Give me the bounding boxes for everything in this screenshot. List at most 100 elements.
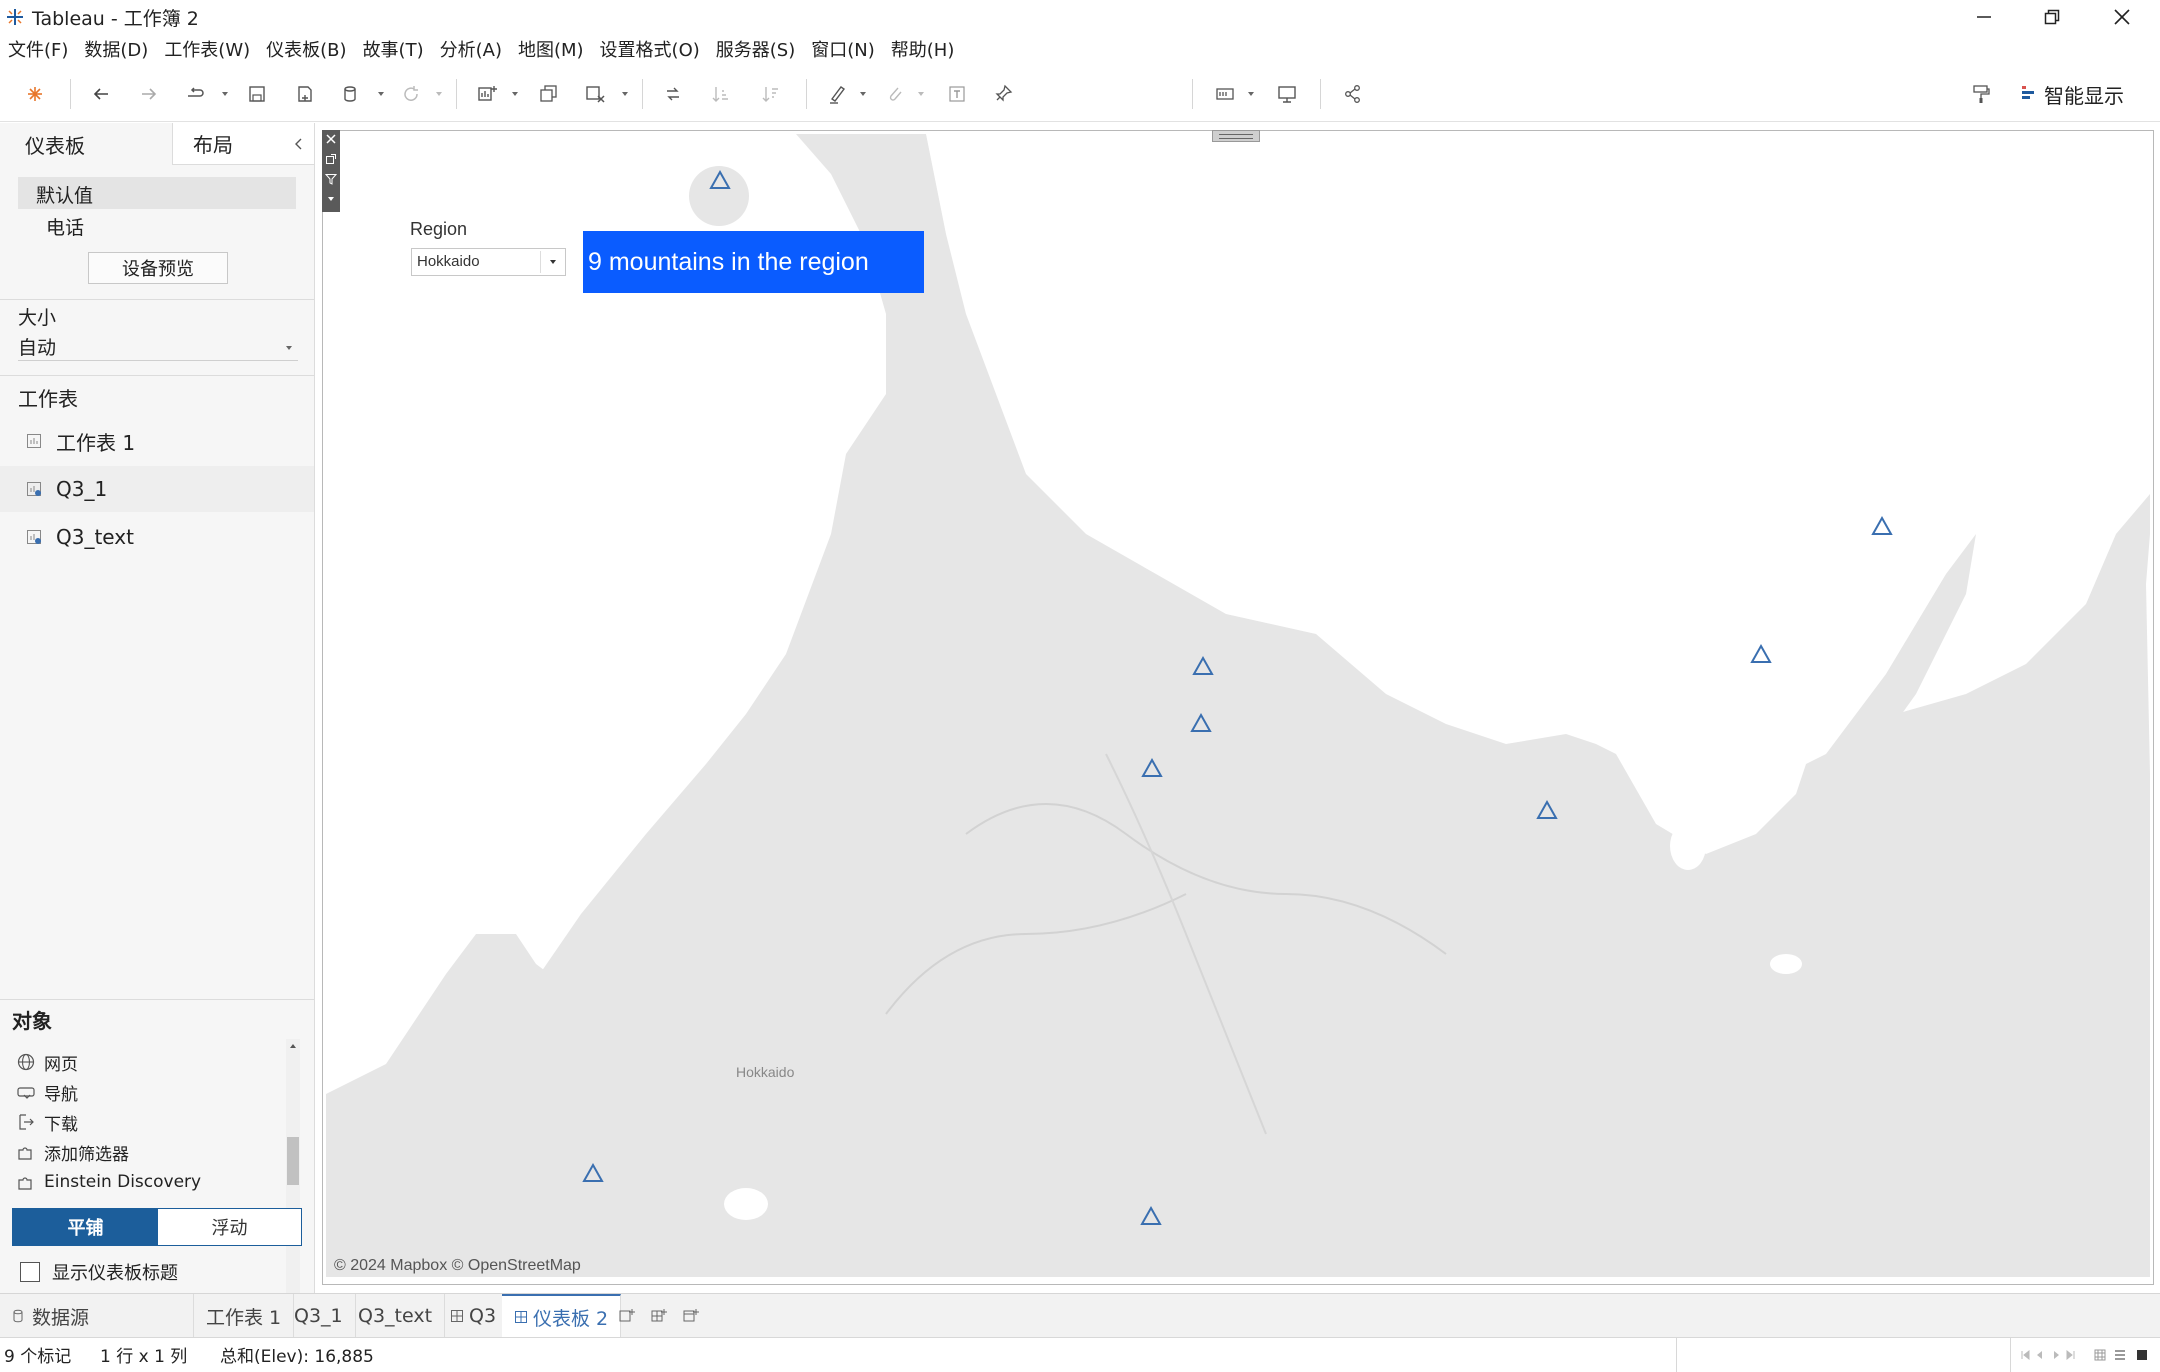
menu-window[interactable]: 窗口(N) <box>811 36 875 62</box>
menu-format[interactable]: 设置格式(O) <box>600 36 700 62</box>
menu-worksheet[interactable]: 工作表(W) <box>164 36 250 62</box>
divider <box>0 999 314 1000</box>
tabs-view-icon[interactable] <box>2136 1349 2148 1361</box>
sheet-item[interactable]: Q3_text <box>0 514 314 560</box>
region-filter-dropdown[interactable]: Hokkaido <box>411 248 566 276</box>
tab-layout[interactable]: 布局 <box>172 123 314 165</box>
chevron-down-icon[interactable] <box>1246 89 1256 99</box>
chevron-down-icon[interactable] <box>376 89 386 99</box>
title-bar: Tableau - 工作簿 2 <box>0 0 2160 33</box>
redo-button[interactable] <box>134 79 164 109</box>
sheet-item[interactable]: Q3_1 <box>0 466 314 512</box>
replay-button[interactable] <box>180 79 210 109</box>
scroll-up-icon[interactable] <box>288 1041 298 1051</box>
new-story-icon[interactable] <box>682 1307 700 1325</box>
show-me-button[interactable]: 智能显示 <box>2020 78 2124 110</box>
menu-help[interactable]: 帮助(H) <box>891 36 955 62</box>
tab-sheet1[interactable]: 工作表 1 <box>194 1294 295 1338</box>
tab-q3-1[interactable]: Q3_1 <box>282 1294 356 1338</box>
device-preview-button[interactable]: 设备预览 <box>88 252 228 284</box>
dropdown-button[interactable] <box>540 251 564 273</box>
new-worksheet-icon[interactable] <box>618 1307 636 1325</box>
new-dashboard-icon[interactable] <box>650 1307 668 1325</box>
menu-dashboard[interactable]: 仪表板(B) <box>266 36 346 62</box>
duplicate-sheet-button[interactable] <box>534 79 564 109</box>
tab-navigation-icon[interactable] <box>2020 1349 2080 1361</box>
menu-data[interactable]: 数据(D) <box>84 36 148 62</box>
size-dropdown[interactable]: 自动 <box>18 331 298 361</box>
menu-analysis[interactable]: 分析(A) <box>440 36 502 62</box>
chevron-down-icon[interactable] <box>434 89 444 99</box>
pause-updates-button[interactable] <box>336 79 366 109</box>
minimize-button[interactable] <box>1952 0 2016 33</box>
sort-ascending-button[interactable] <box>706 79 736 109</box>
drag-handle[interactable] <box>1212 130 1260 142</box>
filter-icon[interactable] <box>325 173 337 185</box>
worksheet-icon <box>27 434 41 448</box>
menu-map[interactable]: 地图(M) <box>518 36 584 62</box>
pin-axes-button[interactable] <box>988 79 1018 109</box>
tab-q3-text[interactable]: Q3_text <box>346 1294 446 1338</box>
close-window-button[interactable] <box>2090 0 2154 33</box>
tab-q3[interactable]: Q3 <box>438 1294 510 1338</box>
swap-rows-columns-button[interactable] <box>658 79 688 109</box>
more-options-icon[interactable] <box>325 193 337 205</box>
new-worksheet-button[interactable] <box>472 79 502 109</box>
tab-datasource[interactable]: 数据源 <box>0 1294 194 1338</box>
object-extension[interactable]: 添加筛选器 <box>16 1137 129 1167</box>
download-icon <box>19 1114 34 1130</box>
device-default-item[interactable]: 默认值 <box>18 177 296 209</box>
tab-dashboard[interactable]: 仪表板 <box>0 123 172 165</box>
collapse-pane-icon[interactable] <box>293 137 305 151</box>
database-icon <box>344 86 356 102</box>
objects-scrollbar[interactable] <box>286 1039 300 1321</box>
highlight-button[interactable] <box>822 79 852 109</box>
clear-sheet-button[interactable] <box>580 79 610 109</box>
show-title-checkbox-row[interactable]: 显示仪表板标题 <box>20 1259 178 1285</box>
scrollbar-thumb[interactable] <box>287 1137 299 1185</box>
format-painter-button[interactable] <box>1966 79 1996 109</box>
close-icon[interactable] <box>325 133 337 145</box>
chevron-down-icon[interactable] <box>916 89 926 99</box>
paint-roller-icon <box>1973 85 1990 103</box>
sheet-sorter-icon[interactable] <box>2114 1349 2126 1361</box>
floating-button[interactable]: 浮动 <box>158 1209 301 1245</box>
object-download[interactable]: 下载 <box>16 1107 78 1137</box>
chevron-down-icon <box>550 260 556 264</box>
map-view[interactable]: Hokkaido © 2024 Mapbox © OpenStreetMap <box>326 134 2150 1277</box>
tiled-button[interactable]: 平铺 <box>13 1209 158 1245</box>
window-title: Tableau - 工作簿 2 <box>32 8 199 30</box>
device-phone-item[interactable]: 电话 <box>46 213 84 240</box>
chevron-down-icon[interactable] <box>858 89 868 99</box>
menu-story[interactable]: 故事(T) <box>363 36 424 62</box>
go-to-sheet-icon[interactable] <box>325 153 337 165</box>
objects-header: 对象 <box>12 1009 52 1033</box>
presentation-mode-button[interactable] <box>1272 79 1302 109</box>
chevron-down-icon[interactable] <box>220 89 230 99</box>
undo-button[interactable] <box>86 79 116 109</box>
object-einstein[interactable]: Einstein Discovery <box>16 1167 201 1197</box>
share-button[interactable] <box>1338 79 1368 109</box>
filmstrip-view-icon[interactable] <box>2094 1349 2106 1361</box>
restore-button[interactable] <box>2020 0 2084 33</box>
dashboard-pane: 仪表板 布局 默认值 电话 设备预览 大小 自动 工作表 工作表 1 Q3_1 … <box>0 123 315 1321</box>
chevron-down-icon[interactable] <box>620 89 630 99</box>
lake <box>1770 954 1802 974</box>
tableau-home-button[interactable] <box>20 79 50 109</box>
object-navigation[interactable]: 导航 <box>16 1077 78 1107</box>
object-webpage[interactable]: 网页 <box>16 1047 78 1077</box>
menu-server[interactable]: 服务器(S) <box>716 36 795 62</box>
lake <box>724 1188 768 1220</box>
tab-dashboard2[interactable]: 仪表板 2 <box>502 1294 622 1338</box>
sort-descending-button[interactable] <box>756 79 786 109</box>
new-datasource-button[interactable] <box>290 79 320 109</box>
menu-file[interactable]: 文件(F) <box>8 36 68 62</box>
chevron-down-icon[interactable] <box>510 89 520 99</box>
sheet-item[interactable]: 工作表 1 <box>0 418 314 464</box>
show-cards-button[interactable] <box>1210 79 1240 109</box>
group-members-button[interactable] <box>880 79 910 109</box>
show-title-checkbox[interactable] <box>20 1262 40 1282</box>
refresh-button[interactable] <box>396 79 426 109</box>
save-button[interactable] <box>242 79 272 109</box>
show-mark-labels-button[interactable] <box>942 79 972 109</box>
